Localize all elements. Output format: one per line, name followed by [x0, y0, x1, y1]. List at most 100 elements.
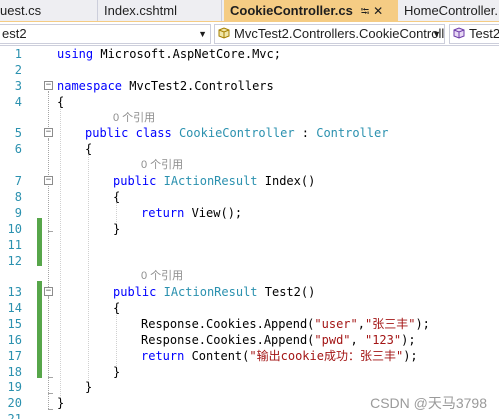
- pin-icon[interactable]: ⭾: [361, 2, 369, 21]
- watermark: CSDN @天马3798: [370, 395, 487, 411]
- code-text: }: [113, 364, 120, 380]
- line-number: 16: [7, 333, 22, 347]
- code-token: }: [57, 396, 65, 410]
- code-text: return Content("输出cookie成功：张三丰");: [141, 348, 418, 364]
- type-dropdown-value: MvcTest2.Controllers.CookieControll: [234, 26, 445, 41]
- code-line: 14 {: [0, 300, 499, 316]
- line-number: 20: [7, 396, 22, 410]
- chevron-down-icon: ▼: [432, 29, 441, 39]
- code-line: 15 Response.Cookies.Append("user","张三丰");: [0, 316, 499, 332]
- collapse-toggle-icon[interactable]: −: [44, 176, 53, 185]
- code-text: public class CookieController : Controll…: [85, 125, 388, 141]
- code-text: Response.Cookies.Append("pwd", "123");: [141, 332, 416, 348]
- document-tab-strip: uest.cs Index.cshtml CookieController.cs…: [0, 0, 499, 22]
- code-token: );: [403, 349, 418, 363]
- line-number: 14: [7, 301, 22, 315]
- code-token: ,: [357, 317, 365, 331]
- code-line: 5 − public class CookieController : Contro…: [0, 125, 499, 141]
- code-token: Index(): [257, 174, 316, 188]
- string-token: "pwd": [314, 333, 351, 347]
- tab-label: HomeController.: [404, 3, 498, 18]
- line-number: 1: [14, 47, 22, 61]
- code-line: 13 − public IActionResult Test2(): [0, 284, 499, 300]
- tab-label: Index.cshtml: [104, 3, 177, 18]
- code-token: );: [415, 317, 430, 331]
- type-token: IActionResult: [163, 285, 258, 299]
- codelens-row: 0 个引用: [0, 157, 499, 173]
- code-token: Response.Cookies.Append(: [141, 317, 315, 331]
- collapse-toggle-icon[interactable]: −: [44, 81, 53, 90]
- codelens-row: 0 个引用: [0, 268, 499, 284]
- code-token: {: [113, 190, 121, 204]
- collapse-toggle-icon[interactable]: −: [44, 128, 53, 137]
- code-token: Microsoft.AspNetCore.Mvc;: [93, 47, 281, 61]
- type-dropdown[interactable]: MvcTest2.Controllers.CookieControll ▼: [214, 24, 445, 44]
- code-token: Content(: [184, 349, 250, 363]
- code-editor[interactable]: 1 using Microsoft.AspNetCore.Mvc; 2 3− names…: [0, 46, 499, 419]
- code-text: }: [85, 379, 92, 395]
- collapse-toggle-icon[interactable]: −: [44, 287, 53, 296]
- line-number: 5: [14, 126, 22, 140]
- keyword-token: class: [135, 126, 172, 140]
- reference-count-hint[interactable]: 0 个引用: [113, 110, 155, 126]
- line-number: 21: [7, 412, 22, 419]
- project-dropdown[interactable]: est2 ▼: [0, 24, 211, 44]
- code-token: {: [85, 142, 93, 156]
- code-token: Test2(): [257, 285, 316, 299]
- class-icon: [218, 27, 230, 39]
- string-token: "123": [364, 333, 402, 347]
- line-number: 9: [14, 206, 22, 220]
- keyword-token: using: [57, 47, 94, 61]
- line-number: 18: [7, 365, 22, 379]
- code-text: {: [113, 189, 120, 205]
- keyword-token: return: [141, 349, 185, 363]
- type-token: IActionResult: [163, 174, 258, 188]
- code-text: namespace MvcTest2.Controllers: [57, 78, 274, 94]
- line-number: 19: [7, 380, 22, 394]
- line-number: 6: [14, 142, 22, 156]
- keyword-token: public: [85, 126, 129, 140]
- string-token: "输出cookie成功：张三丰": [249, 349, 404, 363]
- code-token: :: [294, 126, 317, 140]
- code-line: 1 using Microsoft.AspNetCore.Mvc;: [0, 46, 499, 62]
- type-token: CookieController: [178, 126, 295, 140]
- type-dropdown-content: MvcTest2.Controllers.CookieControll: [218, 25, 444, 43]
- reference-count-hint[interactable]: 0 个引用: [141, 268, 183, 284]
- tab-uest-cs[interactable]: uest.cs: [0, 0, 98, 21]
- code-token: {: [113, 301, 121, 315]
- project-dropdown-value: est2: [2, 26, 27, 41]
- line-number: 7: [14, 174, 22, 188]
- line-number: 2: [14, 63, 22, 77]
- navigation-bar: est2 ▼ MvcTest2.Controllers.CookieContro…: [0, 22, 499, 46]
- keyword-token: public: [113, 285, 157, 299]
- code-line: 7 − public IActionResult Index(): [0, 173, 499, 189]
- member-dropdown[interactable]: Test2: [449, 24, 499, 44]
- type-token: Controller: [316, 126, 389, 140]
- method-icon: [453, 27, 465, 39]
- chevron-down-icon: ▼: [198, 29, 207, 39]
- code-text: public IActionResult Index(): [113, 173, 315, 189]
- code-token: MvcTest2.Controllers: [122, 79, 274, 93]
- code-line: 16 Response.Cookies.Append("pwd", "123");: [0, 332, 499, 348]
- code-token: }: [85, 380, 93, 394]
- reference-count-hint[interactable]: 0 个引用: [141, 157, 183, 173]
- tab-homecontroller[interactable]: HomeController.: [398, 0, 499, 21]
- code-token: );: [401, 333, 416, 347]
- string-token: "user": [314, 317, 358, 331]
- keyword-token: public: [113, 174, 157, 188]
- code-text: {: [85, 141, 92, 157]
- member-dropdown-content: Test2: [453, 25, 499, 43]
- code-line: 3 − namespace MvcTest2.Controllers: [0, 78, 499, 94]
- close-icon[interactable]: ✕: [373, 1, 383, 21]
- line-number: 13: [7, 285, 22, 299]
- line-number: 11: [7, 238, 22, 252]
- tab-cookiecontroller-cs[interactable]: CookieController.cs ⭾ ✕: [224, 0, 398, 21]
- code-token: ,: [350, 333, 365, 347]
- tab-index-cshtml[interactable]: Index.cshtml: [98, 0, 222, 21]
- code-line: 9 return View();: [0, 205, 499, 221]
- line-number: 4: [14, 95, 22, 109]
